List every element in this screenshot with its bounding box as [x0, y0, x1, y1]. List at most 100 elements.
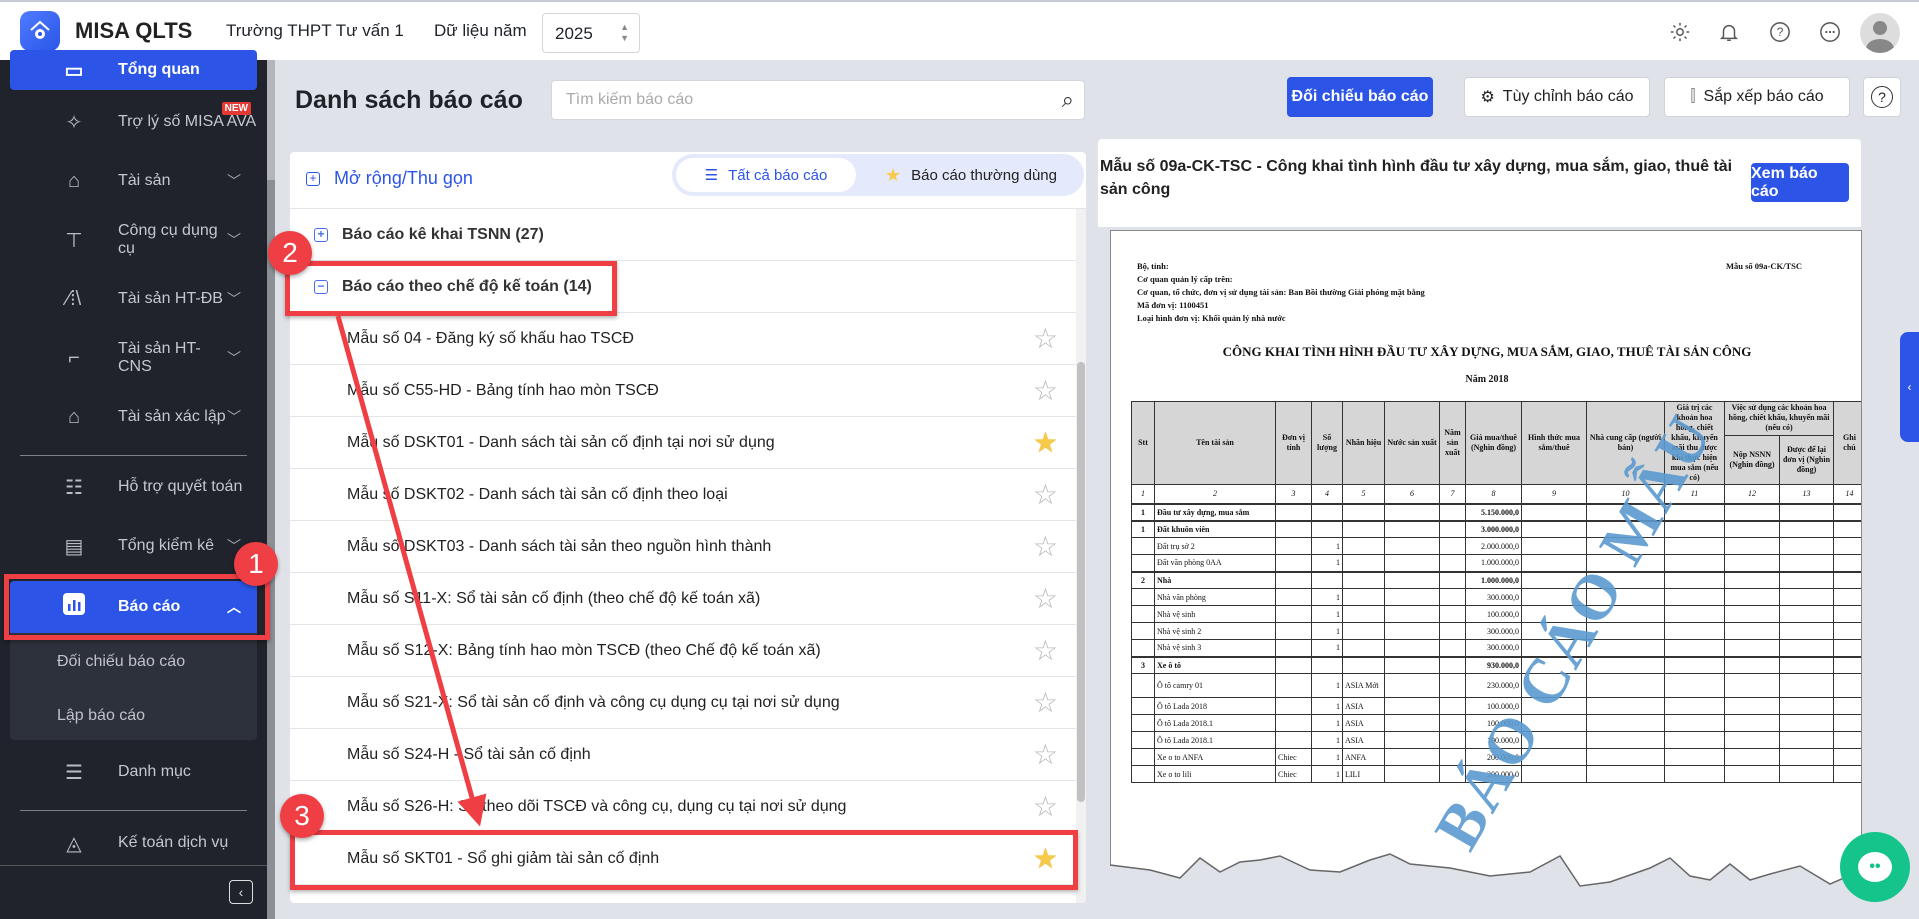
report-list-item[interactable]: Mẫu số S24-H - Sổ tài sản cố định ☆ [290, 729, 1076, 781]
compare-reports-button[interactable]: Đối chiếu báo cáo [1287, 77, 1433, 117]
cell-qty: 1 [1311, 588, 1343, 606]
submenu-item-compare[interactable]: Đối chiếu báo cáo [57, 653, 185, 671]
cell-name: Ô tô Lada 2018 [1154, 697, 1276, 715]
doc-table-header: Nước sản xuất [1384, 401, 1440, 485]
cell-unit [1275, 605, 1312, 623]
sidebar-item-settlement[interactable]: ☷ Hỗ trợ quyết toán [10, 465, 257, 509]
sidebar-bottom-divider [0, 865, 267, 866]
cell-qty: 1 [1311, 748, 1343, 766]
stepper-arrows-icon[interactable]: ▲ ▼ [620, 22, 629, 44]
cell-unit [1275, 554, 1312, 572]
plus-square-icon[interactable]: + [314, 227, 328, 242]
doc-table-header: Stt [1131, 401, 1155, 485]
report-list-item[interactable]: Mẫu số S26-H: Sổ theo dõi TSCĐ và công c… [290, 781, 1076, 833]
cell-price: 3.000.000,0 [1465, 519, 1522, 538]
nav-label: Tài sản xác lập [118, 408, 226, 425]
doc-col-number: 1 [1131, 484, 1155, 504]
sidebar-item-ava[interactable]: ✧ Trợ lý số MISA AVA NEW [10, 100, 257, 144]
star-outline-icon[interactable]: ☆ [1033, 481, 1058, 509]
sidebar-scrollbar[interactable] [267, 60, 275, 919]
doc-table-header: Giá mua/thuê (Nghìn đồng) [1465, 401, 1522, 485]
sidebar-item-established-assets[interactable]: ⌂ Tài sản xác lập ﹀ [10, 395, 257, 439]
star-filled-icon[interactable]: ★ [1033, 429, 1058, 457]
app-logo-icon[interactable] [20, 11, 60, 51]
sidebar-item-accounting-service[interactable]: ◬ Kế toán dịch vụ [10, 821, 257, 865]
report-list-item[interactable]: Mẫu số C55-HD - Bảng tính hao mòn TSCĐ ☆ [290, 365, 1076, 417]
star-outline-icon[interactable]: ☆ [1033, 325, 1058, 353]
star-outline-icon[interactable]: ☆ [1033, 637, 1058, 665]
cell-unit [1275, 714, 1312, 732]
sidebar-scroll-thumb[interactable] [267, 60, 275, 180]
sidebar-item-road-assets[interactable]: ⁄⁞\ Tài sản HT-ĐB ﹀ [10, 277, 257, 321]
cell-qty: 1 [1311, 622, 1343, 640]
sidebar-item-water-assets[interactable]: ⌐ Tài sản HT-CNS ﹀ [10, 336, 257, 380]
house-car-icon: ⌂ [67, 169, 81, 192]
report-list-item[interactable]: Mẫu số DSKT01 - Danh sách tài sản cố địn… [290, 417, 1076, 469]
tab-frequent-reports[interactable]: ★ Báo cáo thường dùng [862, 158, 1080, 192]
cell-name: Ô tô camry 01 [1154, 673, 1276, 698]
nav-label: Tổng quan [118, 61, 200, 78]
cell-brand [1342, 655, 1385, 674]
report-list-item[interactable]: Mẫu số S11-X: Sổ tài sản cố định (theo c… [290, 573, 1076, 625]
list-scroll-thumb[interactable] [1077, 362, 1085, 802]
search-icon[interactable]: ⌕ [1062, 87, 1074, 113]
collapse-sidebar-button[interactable]: ‹ [229, 880, 253, 904]
step-badge: 1 [234, 542, 278, 586]
bell-icon[interactable] [1715, 18, 1743, 46]
star-outline-icon[interactable]: ☆ [1033, 689, 1058, 717]
sidebar-item-overview[interactable]: ▭ Tổng quan [10, 50, 257, 90]
doc-table-subheader: Được để lại đơn vị (Nghìn đồng) [1779, 434, 1834, 486]
nav-label: Kế toán dịch vụ [118, 834, 229, 851]
more-options-icon[interactable] [1816, 18, 1844, 46]
chat-support-button[interactable]: •• [1840, 832, 1910, 902]
sidebar-item-inventory[interactable]: ▤ Tổng kiểm kê ﹀ [10, 524, 257, 568]
report-list-item[interactable]: Mẫu số 04 - Đăng ký số khấu hao TSCĐ ☆ [290, 313, 1076, 365]
cell-qty: 1 [1311, 697, 1343, 715]
list-icon: ☰ [704, 167, 719, 184]
star-outline-icon[interactable]: ☆ [1033, 793, 1058, 821]
tab-all-reports[interactable]: ☰ Tất cả báo cáo [676, 158, 856, 192]
doc-col-number: 14 [1833, 484, 1861, 504]
help-icon[interactable]: ? [1766, 18, 1794, 46]
star-outline-icon[interactable]: ☆ [1033, 533, 1058, 561]
report-label: Mẫu số DSKT03 - Danh sách tài sản theo n… [347, 537, 772, 555]
side-panel-toggle[interactable]: ‹ [1900, 332, 1919, 442]
pipe-icon: ⌐ [68, 346, 80, 369]
report-list-item[interactable]: Mẫu số DSKT02 - Danh sách tài sản cố địn… [290, 469, 1076, 521]
cell-brand [1342, 537, 1385, 555]
star-outline-icon[interactable]: ☆ [1033, 741, 1058, 769]
user-avatar[interactable] [1860, 13, 1900, 53]
sidebar-item-assets[interactable]: ⌂ Tài sản ﹀ [10, 159, 257, 203]
sidebar-item-catalog[interactable]: ☰ Danh mục [10, 750, 257, 794]
year-label: Dữ liệu năm [434, 21, 527, 40]
step-badge: 2 [268, 231, 312, 275]
cell-unit [1275, 502, 1312, 521]
settings-gear-icon[interactable] [1666, 18, 1694, 46]
expand-collapse-toggle[interactable]: + Mở rộng/Thu gọn [306, 168, 473, 189]
tab-label: Tất cả báo cáo [728, 166, 828, 184]
report-list-item[interactable]: Mẫu số S12-X: Bảng tính hao mòn TSCĐ (th… [290, 625, 1076, 677]
help-button[interactable]: ? [1863, 77, 1901, 117]
group-label: Báo cáo kê khai TSNN (27) [342, 225, 544, 243]
cell-price: 300.000,0 [1465, 639, 1522, 657]
report-list-item[interactable]: Mẫu số S21-X: Sổ tài sản cố định và công… [290, 677, 1076, 729]
cell-name: Xe o to ANFA [1154, 748, 1276, 766]
sidebar-item-tools[interactable]: ⊤ Công cụ dụng cụ ﹀ [10, 218, 257, 262]
cell-brand: ANFA [1342, 748, 1385, 766]
report-label: Mẫu số S11-X: Sổ tài sản cố định (theo c… [347, 589, 761, 607]
search-placeholder: Tìm kiếm báo cáo [566, 91, 694, 108]
sort-reports-button[interactable]: ⫿ Sắp xếp báo cáo [1664, 77, 1850, 117]
search-input[interactable]: Tìm kiếm báo cáo ⌕ [551, 80, 1085, 120]
form-code: Mẫu số 09a-CK/TSC [1726, 261, 1803, 271]
customize-reports-button[interactable]: ⚙ Tùy chỉnh báo cáo [1464, 77, 1650, 117]
star-outline-icon[interactable]: ☆ [1033, 377, 1058, 405]
view-report-button[interactable]: Xem báo cáo [1751, 163, 1849, 202]
school-name[interactable]: Trường THPT Tư vấn 1 [226, 21, 404, 41]
report-list-item[interactable]: Mẫu số DSKT03 - Danh sách tài sản theo n… [290, 521, 1076, 573]
report-group[interactable]: + Báo cáo kê khai TSNN (27) [290, 209, 1076, 261]
cell-brand: LILI [1342, 765, 1385, 783]
year-stepper[interactable]: 2025 ▲ ▼ [542, 13, 640, 53]
star-outline-icon[interactable]: ☆ [1033, 585, 1058, 613]
highlight-box-skt01-report [290, 830, 1078, 890]
submenu-item-create-report[interactable]: Lập báo cáo [57, 707, 145, 725]
